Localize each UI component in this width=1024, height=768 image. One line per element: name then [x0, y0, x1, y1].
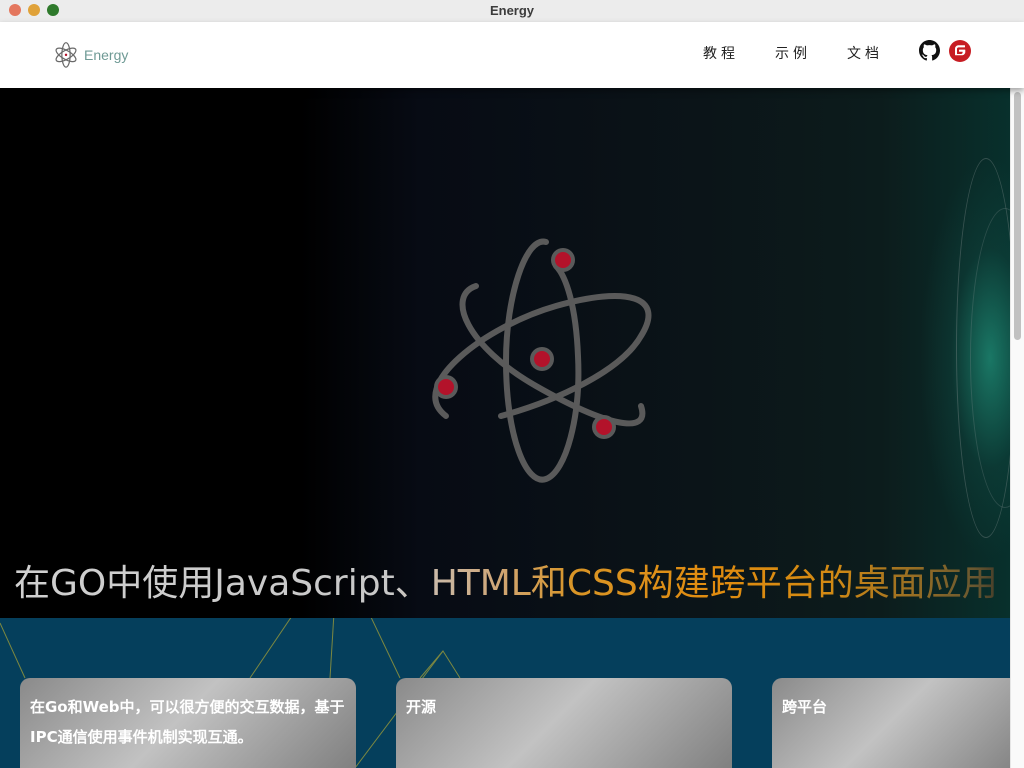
- gitee-icon[interactable]: [949, 40, 971, 62]
- atom-logo-icon: [55, 42, 77, 68]
- hero-section: 在GO中使用JavaScript、HTML和CSS构建跨平台的桌面应用: [0, 88, 1010, 618]
- brand-name: Energy: [84, 47, 129, 63]
- vertical-scrollbar[interactable]: [1010, 88, 1024, 768]
- github-icon[interactable]: [919, 40, 940, 61]
- feature-text: 开源: [406, 698, 437, 716]
- window-titlebar: Energy: [0, 0, 1024, 22]
- features-section: 在Go和Web中，可以很方便的交互数据，基于IPC通信使用事件机制实现互通。 开…: [0, 618, 1010, 768]
- feature-card-ipc: 在Go和Web中，可以很方便的交互数据，基于IPC通信使用事件机制实现互通。: [20, 678, 356, 768]
- feature-text: 跨平台: [782, 698, 828, 716]
- scrollbar-thumb[interactable]: [1014, 92, 1021, 340]
- window-title: Energy: [489, 3, 535, 18]
- nav-examples-link[interactable]: 示例: [775, 43, 811, 63]
- feature-text: 在Go和Web中，可以很方便的交互数据，基于IPC通信使用事件机制实现互通。: [30, 698, 345, 746]
- top-navbar: Energy 教程 示例 文档: [0, 22, 1024, 88]
- feature-card-crossplatform: 跨平台: [772, 678, 1010, 768]
- hero-headline: 在GO中使用JavaScript、HTML和CSS构建跨平台的桌面应用: [14, 554, 998, 606]
- nav-tutorial-link[interactable]: 教程: [703, 43, 739, 63]
- feature-card-opensource: 开源: [396, 678, 732, 768]
- atom-hero-icon: [432, 238, 652, 483]
- brand-link[interactable]: Energy: [54, 42, 128, 68]
- nav-docs-link[interactable]: 文档: [847, 43, 883, 63]
